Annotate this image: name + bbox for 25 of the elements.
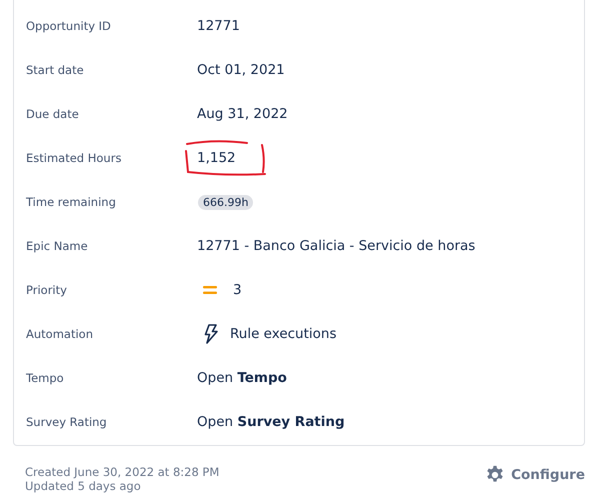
field-value: 3 (233, 282, 242, 298)
open-link[interactable]: Open Survey Rating (197, 414, 345, 430)
configure-button[interactable]: Configure (485, 465, 585, 485)
lightning-icon (204, 324, 218, 344)
field-label: Survey Rating (26, 415, 108, 429)
field-value: 12771 - Banco Galicia - Servicio de horas (197, 238, 476, 254)
time-badge: 666.99h (198, 194, 254, 210)
field-label: Opportunity ID (26, 19, 112, 33)
open-link[interactable]: Open Tempo (197, 370, 287, 386)
created-date: Created June 30, 2022 at 8:28 PM (25, 465, 220, 479)
field-label: Start date (26, 63, 85, 77)
field-value: 12771 (197, 18, 240, 34)
updated-date: Updated 5 days ago (25, 479, 142, 493)
field-label: Due date (26, 107, 80, 121)
field-value: Aug 31, 2022 (197, 106, 288, 122)
rule-executions-link[interactable]: Rule executions (230, 326, 336, 342)
field-label: Priority (26, 283, 68, 297)
field-label: Epic Name (26, 239, 89, 253)
priority-medium-icon (203, 285, 217, 295)
field-value: Oct 01, 2021 (197, 62, 285, 78)
field-value: 1,152 (197, 150, 236, 166)
field-label: Estimated Hours (26, 151, 122, 165)
field-label: Automation (26, 327, 94, 341)
field-label: Tempo (26, 371, 65, 385)
field-label: Time remaining (26, 195, 117, 209)
